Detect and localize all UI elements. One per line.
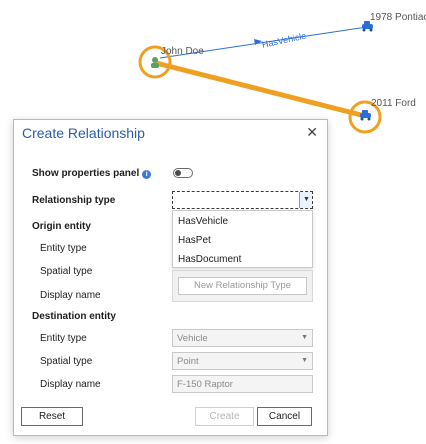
dest-spatial-type-value: Point bbox=[177, 356, 199, 367]
create-button[interactable]: Create bbox=[195, 407, 254, 426]
info-icon[interactable]: i bbox=[142, 170, 152, 179]
car-node-icon[interactable] bbox=[360, 110, 371, 121]
dest-entity-type-value: Vehicle bbox=[177, 333, 208, 344]
origin-entity-header: Origin entity bbox=[32, 221, 91, 232]
origin-spatial-type-label: Spatial type bbox=[40, 266, 93, 277]
relationship-option-hasdocument[interactable]: HasDocument bbox=[178, 254, 241, 265]
relationship-option-haspet[interactable]: HasPet bbox=[178, 235, 211, 246]
origin-display-name-label: Display name bbox=[40, 290, 101, 301]
relationship-type-label: Relationship type bbox=[32, 195, 116, 206]
toggle-knob bbox=[175, 170, 181, 176]
chevron-down-icon: ▼ bbox=[303, 196, 310, 203]
node-label-pontiac: 1978 Pontiac bbox=[370, 12, 426, 23]
show-properties-toggle[interactable] bbox=[173, 168, 193, 178]
relationship-type-dropdown-list: HasVehicle HasPet HasDocument bbox=[172, 210, 313, 268]
dest-entity-type-select[interactable]: Vehicle ▼ bbox=[172, 329, 313, 347]
close-icon[interactable]: ✕ bbox=[306, 124, 318, 140]
highlighted-edge[interactable] bbox=[155, 60, 366, 119]
show-properties-label: Show properties panel i bbox=[32, 168, 152, 179]
node-label-john-doe: John Doe bbox=[161, 46, 204, 57]
relationship-type-select[interactable]: ▼ bbox=[172, 191, 313, 209]
dest-spatial-type-label: Spatial type bbox=[40, 356, 93, 367]
relationship-option-hasvehicle[interactable]: HasVehicle bbox=[178, 216, 228, 227]
dest-spatial-type-select[interactable]: Point ▼ bbox=[172, 352, 313, 370]
new-relationship-type-button[interactable]: New Relationship Type bbox=[178, 277, 307, 295]
relationship-type-dropdown-button[interactable]: ▼ bbox=[299, 192, 312, 208]
show-properties-text: Show properties panel bbox=[32, 168, 140, 179]
node-label-ford: 2011 Ford bbox=[371, 98, 416, 109]
cancel-button[interactable]: Cancel bbox=[257, 407, 312, 426]
create-relationship-dialog: Create Relationship ✕ Show properties pa… bbox=[13, 119, 328, 436]
dest-display-name-label: Display name bbox=[40, 379, 101, 390]
dest-display-name-field[interactable]: F-150 Raptor bbox=[172, 375, 313, 393]
destination-entity-header: Destination entity bbox=[32, 311, 116, 322]
chevron-down-icon: ▼ bbox=[301, 357, 308, 364]
reset-button[interactable]: Reset bbox=[21, 407, 83, 426]
dialog-title: Create Relationship bbox=[22, 125, 145, 141]
chevron-down-icon: ▼ bbox=[301, 334, 308, 341]
origin-entity-type-label: Entity type bbox=[40, 243, 87, 254]
dest-entity-type-label: Entity type bbox=[40, 333, 87, 344]
